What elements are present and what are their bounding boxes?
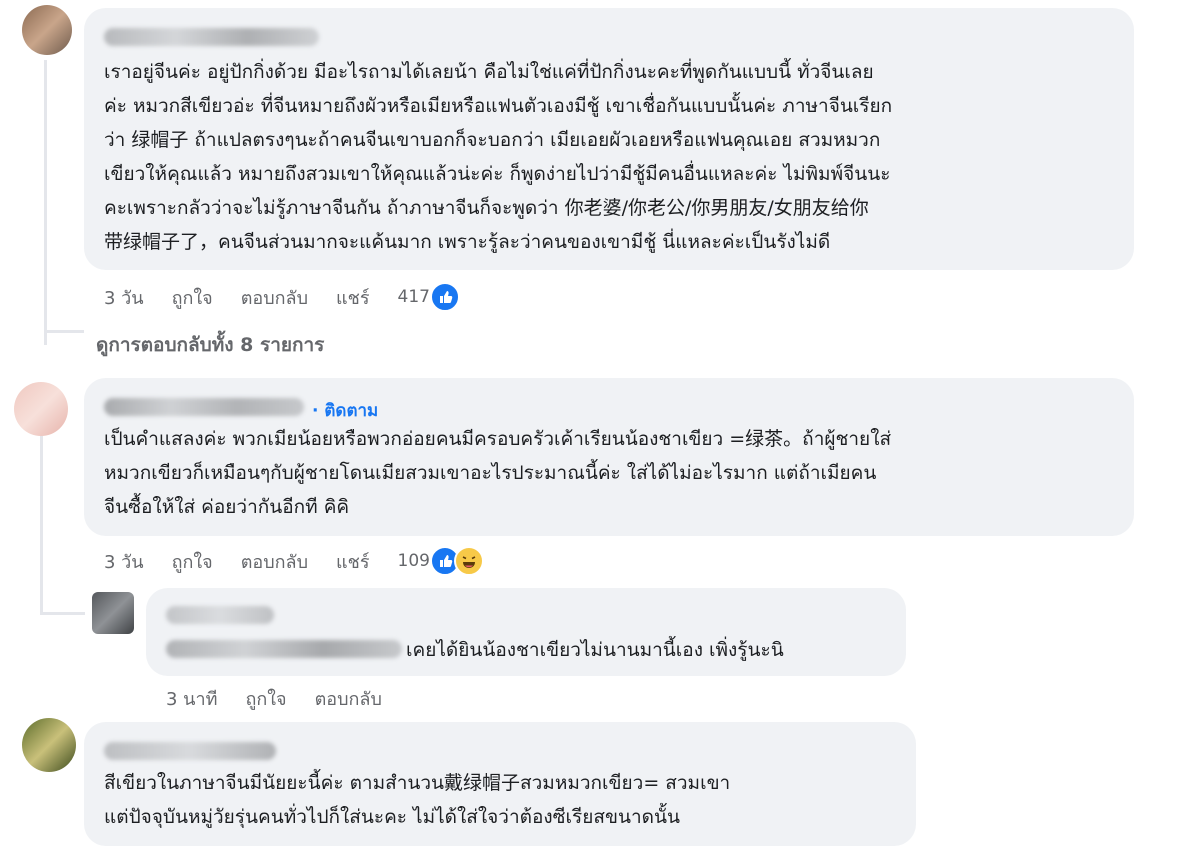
comment-time[interactable]: 3 วัน: [104, 547, 144, 576]
share-button[interactable]: แชร์: [336, 547, 370, 576]
comment-actions: 3 วัน ถูกใจ ตอบกลับ แชร์ 417: [104, 282, 460, 312]
thread-line: [40, 430, 43, 615]
comment-actions: 3 นาที ถูกใจ ตอบกลับ: [166, 684, 410, 713]
like-icon: [429, 282, 460, 312]
reply-button[interactable]: ตอบกลับ: [241, 547, 308, 576]
comment-actions: 3 วัน ถูกใจ ตอบกลับ แชร์ 109: [104, 546, 484, 576]
author-name[interactable]: [104, 398, 304, 416]
share-button[interactable]: แชร์: [336, 283, 370, 312]
thread-line: [40, 612, 85, 615]
comment-time[interactable]: 3 วัน: [104, 283, 144, 312]
avatar[interactable]: [22, 5, 72, 55]
reaction-count-value: 417: [397, 287, 430, 307]
thread-line: [44, 330, 84, 333]
blurred-text: [166, 640, 402, 658]
author-name[interactable]: [104, 28, 319, 46]
thread-line: [44, 60, 47, 345]
reply-button[interactable]: ตอบกลับ: [315, 684, 382, 713]
like-button[interactable]: ถูกใจ: [172, 547, 213, 576]
reaction-count-value: 109: [397, 551, 430, 571]
reaction-count[interactable]: 109: [398, 546, 484, 576]
view-replies-link[interactable]: ดูการตอบกลับทั้ง 8 รายการ: [96, 330, 324, 360]
like-button[interactable]: ถูกใจ: [172, 283, 213, 312]
avatar[interactable]: [14, 382, 68, 436]
comment-text: เคยได้ยินน้องชาเขียวไม่นานมานี้เอง เพิ่ง…: [406, 639, 784, 661]
comment-text: เป็นคำแสลงค่ะ พวกเมียน้อยหรือพวกอ่อยคนมี…: [104, 428, 892, 518]
avatar[interactable]: [22, 718, 76, 772]
comment-time[interactable]: 3 นาที: [166, 684, 217, 713]
reaction-count[interactable]: 417: [398, 282, 460, 312]
author-name[interactable]: [104, 742, 276, 760]
author-name[interactable]: [166, 606, 274, 624]
avatar[interactable]: [92, 592, 134, 634]
haha-icon: [453, 546, 484, 576]
comment-text: เราอยู่จีนค่ะ อยู่ปักกิ่งด้วย มีอะไรถามไ…: [104, 61, 893, 253]
follow-link[interactable]: · ติดตาม: [312, 397, 378, 424]
like-button[interactable]: ถูกใจ: [245, 684, 286, 713]
comment-text: สีเขียวในภาษาจีนมีนัยยะนี้ค่ะ ตามสำนวน戴绿…: [104, 772, 731, 828]
reply-button[interactable]: ตอบกลับ: [241, 283, 308, 312]
